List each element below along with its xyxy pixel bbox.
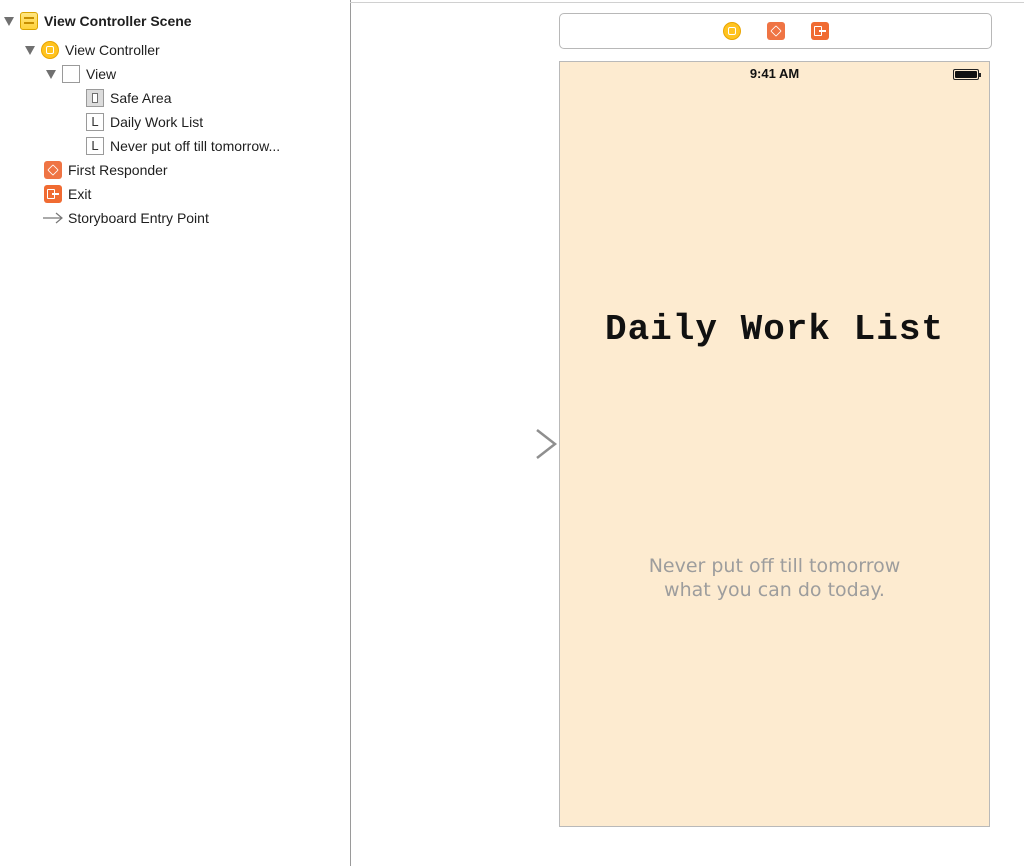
outline-item-first-responder[interactable]: First Responder bbox=[44, 159, 168, 181]
device-view[interactable]: 9:41 AM Daily Work List Never put off ti… bbox=[559, 61, 990, 827]
entry-point-label: Storyboard Entry Point bbox=[68, 210, 209, 226]
status-bar-time: 9:41 AM bbox=[749, 66, 800, 81]
scene-dock bbox=[559, 13, 992, 49]
exit-label: Exit bbox=[68, 186, 92, 202]
outline-item-exit[interactable]: Exit bbox=[44, 183, 91, 205]
label-icon: L bbox=[86, 113, 104, 131]
first-responder-dock-icon[interactable] bbox=[766, 22, 785, 40]
disclosure-triangle-icon[interactable] bbox=[25, 45, 35, 55]
disclosure-triangle-icon[interactable] bbox=[46, 69, 56, 79]
safe-area-label: Safe Area bbox=[110, 90, 172, 106]
title-label-name: Daily Work List bbox=[110, 114, 204, 130]
battery-icon bbox=[953, 69, 981, 80]
disclosure-triangle-icon[interactable] bbox=[4, 16, 14, 26]
safe-area-icon bbox=[86, 89, 104, 107]
view-controller-icon bbox=[41, 41, 59, 59]
outline-item-entry-point[interactable]: Storyboard Entry Point bbox=[42, 207, 209, 229]
tagline-label-name: Never put off till tomorrow... bbox=[110, 138, 281, 154]
outline-item-view-controller[interactable]: View Controller bbox=[25, 39, 160, 61]
outline-item-tagline-label[interactable]: L Never put off till tomorrow... bbox=[86, 135, 280, 157]
tagline-line-1: Never put off till tomorrow bbox=[648, 555, 901, 577]
view-controller-label: View Controller bbox=[65, 42, 160, 58]
document-outline: View Controller Scene View Controller Vi… bbox=[0, 0, 351, 866]
first-responder-label: First Responder bbox=[68, 162, 168, 178]
view-controller-dock-icon[interactable] bbox=[722, 22, 741, 40]
canvas-top-border bbox=[350, 2, 1024, 3]
label-icon: L bbox=[86, 137, 104, 155]
tagline-label[interactable]: Never put off till tomorrow what you can… bbox=[560, 554, 989, 602]
view-label: View bbox=[86, 66, 117, 82]
scene-label: View Controller Scene bbox=[44, 13, 192, 29]
entry-point-arrow-icon bbox=[43, 212, 63, 224]
outline-item-view[interactable]: View bbox=[46, 63, 116, 85]
scene-icon bbox=[20, 12, 38, 30]
exit-dock-icon[interactable] bbox=[810, 22, 829, 40]
title-label[interactable]: Daily Work List bbox=[560, 309, 989, 350]
view-icon bbox=[62, 65, 80, 83]
first-responder-icon bbox=[44, 161, 62, 179]
outline-item-safe-area[interactable]: Safe Area bbox=[86, 87, 172, 109]
storyboard-entry-arrow-icon[interactable] bbox=[445, 429, 559, 459]
exit-icon bbox=[44, 185, 62, 203]
outline-item-title-label[interactable]: L Daily Work List bbox=[86, 111, 203, 133]
outline-item-scene[interactable]: View Controller Scene bbox=[4, 10, 192, 32]
tagline-line-2: what you can do today. bbox=[664, 579, 885, 601]
